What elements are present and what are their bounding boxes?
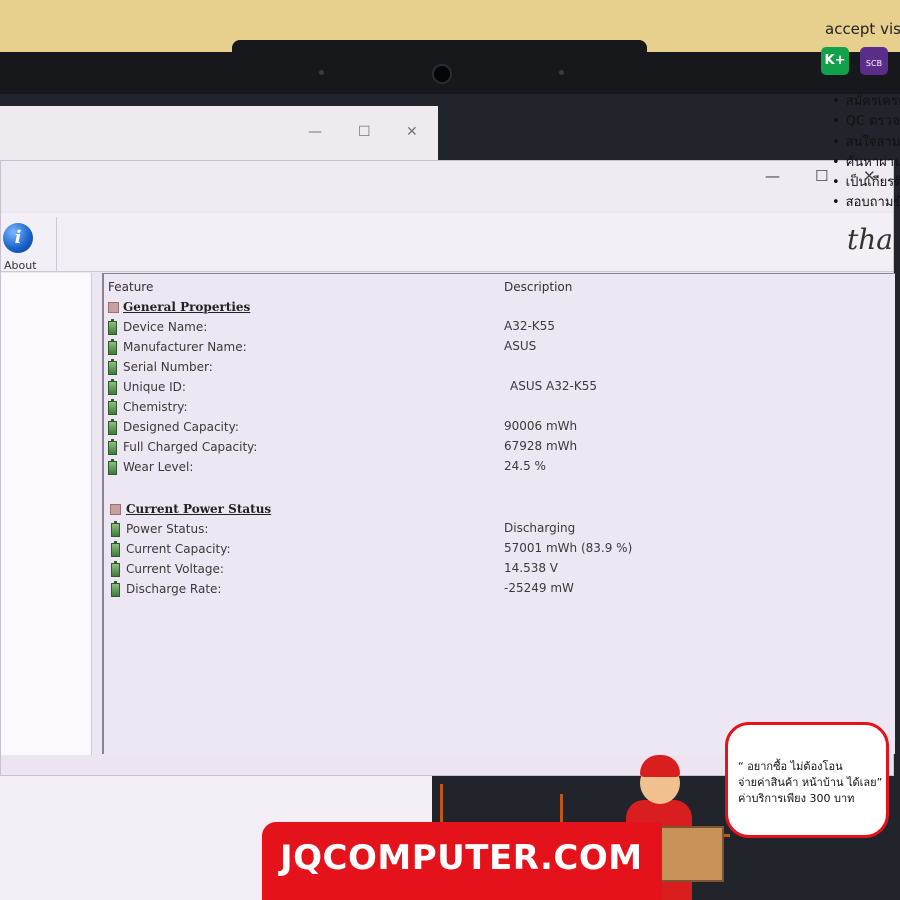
scb-logo: SCB bbox=[860, 47, 888, 75]
webcam-lens bbox=[432, 64, 452, 84]
feature-value: 14.538 V bbox=[504, 561, 559, 575]
list-item[interactable]: Chemistry: bbox=[108, 398, 888, 418]
speech-text: “ อยากซื้อ ไม่ต้องโอน จ่ายค่าสินค้า หน้า… bbox=[738, 759, 882, 807]
feature-label: Manufacturer Name: bbox=[123, 340, 247, 354]
feature-value: ASUS A32-K55 bbox=[510, 379, 597, 393]
maximize-icon[interactable]: ☐ bbox=[815, 167, 828, 185]
camera-sensor-left bbox=[319, 70, 324, 75]
battery-icon bbox=[108, 439, 117, 455]
list-item[interactable]: Full Charged Capacity: 67928 mWh bbox=[108, 438, 888, 458]
feature-label: Device Name: bbox=[123, 320, 208, 334]
battery-icon bbox=[108, 339, 117, 355]
minimize-icon[interactable]: — bbox=[308, 124, 322, 140]
feature-label: Current Capacity: bbox=[126, 542, 231, 556]
promo-bullet: สมัครเครด bbox=[832, 90, 900, 111]
feature-value: 90006 mWh bbox=[504, 419, 578, 433]
about-button[interactable]: i About bbox=[1, 217, 57, 272]
promo-bullet: ค้นหาผ่าน bbox=[832, 151, 900, 172]
section-header[interactable]: General Properties bbox=[108, 298, 888, 318]
feature-label: Designed Capacity: bbox=[123, 420, 239, 434]
signature-watermark: tha bbox=[847, 223, 893, 256]
list-item[interactable]: Wear Level: 24.5 % bbox=[108, 458, 888, 478]
kplus-logo: K+ bbox=[821, 47, 849, 75]
section-icon bbox=[108, 302, 119, 313]
section-title: General Properties bbox=[123, 300, 251, 314]
site-banner: JQCOMPUTER.COM bbox=[262, 822, 662, 900]
battery-icon bbox=[111, 561, 120, 577]
feature-value: A32-K55 bbox=[504, 319, 555, 333]
promo-bullet: สนใจสามา bbox=[832, 131, 900, 152]
list-item[interactable]: Current Capacity: 57001 mWh (83.9 %) bbox=[108, 540, 888, 560]
feature-label: Chemistry: bbox=[123, 400, 188, 414]
battery-info-window: — ☐ ✕ i About tha Feature Description Ge… bbox=[0, 160, 895, 776]
section-title: Current Power Status bbox=[126, 502, 272, 516]
list-item[interactable]: Power Status: Discharging bbox=[108, 520, 888, 540]
section-header[interactable]: Current Power Status bbox=[108, 500, 888, 520]
battery-icon bbox=[108, 379, 117, 395]
list-item[interactable]: Unique ID: ASUS A32-K55 bbox=[108, 378, 888, 398]
section-icon bbox=[110, 504, 121, 515]
battery-icon bbox=[111, 541, 120, 557]
battery-properties-list: Feature Description General Properties D… bbox=[102, 273, 895, 754]
promo-bullet: สอบถามข้อ bbox=[832, 191, 900, 212]
close-icon[interactable]: ✕ bbox=[406, 124, 418, 140]
battery-icon bbox=[111, 581, 120, 597]
feature-label: Full Charged Capacity: bbox=[123, 440, 258, 454]
column-header-description[interactable]: Description bbox=[504, 280, 572, 294]
feature-value: 67928 mWh bbox=[504, 439, 578, 453]
battery-icon bbox=[108, 419, 117, 435]
list-item[interactable]: Designed Capacity: 90006 mWh bbox=[108, 418, 888, 438]
battery-icon bbox=[108, 459, 117, 475]
feature-value: Discharging bbox=[504, 521, 576, 535]
maximize-icon[interactable]: ☐ bbox=[358, 124, 371, 140]
list-item[interactable]: Manufacturer Name: ASUS bbox=[108, 338, 888, 358]
info-icon: i bbox=[3, 223, 33, 253]
feature-value: 57001 mWh (83.9 %) bbox=[504, 541, 633, 555]
battery-icon bbox=[111, 521, 120, 537]
speech-line: “ อยากซื้อ ไม่ต้องโอน bbox=[738, 760, 843, 773]
feature-label: Serial Number: bbox=[123, 360, 213, 374]
feature-label: Unique ID: bbox=[123, 380, 186, 394]
speech-bubble: “ อยากซื้อ ไม่ต้องโอน จ่ายค่าสินค้า หน้า… bbox=[725, 722, 889, 838]
list-item[interactable]: Discharge Rate: -25249 mW bbox=[108, 580, 888, 600]
list-item[interactable]: Current Voltage: 14.538 V bbox=[108, 560, 888, 580]
promo-bullet: เป็นเกียรติ bbox=[832, 171, 900, 192]
minimize-icon[interactable]: — bbox=[765, 167, 780, 185]
feature-value: 24.5 % bbox=[504, 459, 546, 473]
accept-payment-text: accept vis bbox=[825, 20, 900, 38]
feature-label: Power Status: bbox=[126, 522, 209, 536]
column-header-feature[interactable]: Feature bbox=[108, 280, 153, 294]
about-label: About bbox=[4, 259, 37, 272]
feature-label: Wear Level: bbox=[123, 460, 194, 474]
site-name: JQCOMPUTER.COM bbox=[280, 838, 643, 878]
feature-label: Current Voltage: bbox=[126, 562, 224, 576]
background-window: — ☐ ✕ bbox=[0, 106, 438, 167]
mascot-box bbox=[656, 826, 724, 882]
left-pane bbox=[1, 273, 92, 773]
speech-line: ค่าบริการเพียง 300 บาท bbox=[738, 792, 855, 805]
promo-bullet: QC ตรวจส bbox=[832, 110, 900, 131]
feature-value: ASUS bbox=[504, 339, 537, 353]
toolbar: i About tha bbox=[1, 213, 893, 272]
feature-value: -25249 mW bbox=[504, 581, 574, 595]
speech-line: จ่ายค่าสินค้า หน้าบ้าน ได้เลย” bbox=[738, 776, 883, 789]
camera-sensor-right bbox=[559, 70, 564, 75]
battery-icon bbox=[108, 359, 117, 375]
feature-label: Discharge Rate: bbox=[126, 582, 222, 596]
battery-icon bbox=[108, 399, 117, 415]
battery-icon bbox=[108, 319, 117, 335]
list-item[interactable]: Device Name: A32-K55 bbox=[108, 318, 888, 338]
window-titlebar: — ☐ ✕ bbox=[1, 161, 893, 211]
list-item[interactable]: Serial Number: bbox=[108, 358, 888, 378]
